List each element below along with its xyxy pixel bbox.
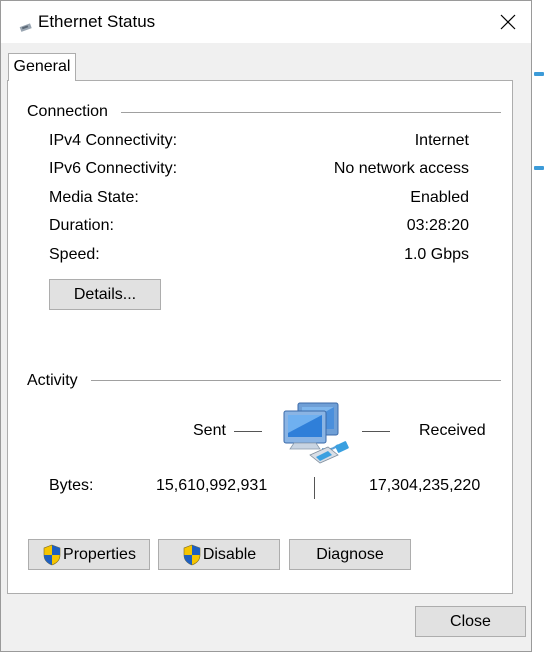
received-dash — [362, 431, 390, 432]
connection-group-divider — [121, 112, 501, 113]
background-window-strip — [532, 0, 544, 652]
properties-button-label: Properties — [63, 545, 136, 563]
title-bar[interactable]: Ethernet Status — [1, 1, 531, 43]
window-title: Ethernet Status — [38, 12, 156, 31]
duration-label: Duration: — [49, 217, 114, 234]
disable-button-label: Disable — [202, 545, 257, 563]
uac-shield-icon — [42, 544, 62, 566]
media-state-label: Media State: — [49, 189, 139, 206]
duration-value: 03:28:20 — [406, 217, 469, 234]
ipv4-connectivity-value: Internet — [414, 132, 469, 149]
activity-group-divider — [91, 380, 501, 381]
bytes-sent-value: 15,610,992,931 — [156, 477, 268, 494]
uac-shield-icon — [182, 544, 202, 566]
ipv6-connectivity-label: IPv6 Connectivity: — [49, 160, 178, 177]
bytes-divider — [314, 477, 315, 499]
bytes-label: Bytes: — [49, 477, 94, 494]
ipv6-connectivity-value: No network access — [333, 160, 469, 177]
close-button[interactable]: Close — [415, 606, 526, 637]
background-window-icon — [534, 166, 544, 170]
tab-general[interactable]: General — [8, 53, 76, 81]
network-adapter-icon — [19, 19, 33, 37]
speed-value: 1.0 Gbps — [404, 246, 469, 263]
close-icon[interactable] — [485, 1, 531, 43]
ethernet-status-dialog: Ethernet Status General Connection IPv4 … — [0, 0, 532, 652]
speed-label: Speed: — [49, 246, 100, 263]
general-tab-panel — [7, 80, 513, 594]
network-computers-icon — [276, 401, 354, 478]
received-label: Received — [419, 422, 486, 439]
media-state-value: Enabled — [410, 189, 469, 206]
diagnose-button[interactable]: Diagnose — [289, 539, 411, 570]
sent-label: Sent — [193, 422, 226, 439]
disable-button[interactable]: Disable — [158, 539, 280, 570]
properties-button[interactable]: Properties — [28, 539, 150, 570]
details-button[interactable]: Details... — [49, 279, 161, 310]
background-window-icon — [534, 72, 544, 76]
ipv4-connectivity-label: IPv4 Connectivity: — [49, 132, 178, 149]
sent-dash — [234, 431, 262, 432]
connection-heading: Connection — [27, 103, 114, 121]
activity-heading: Activity — [27, 372, 84, 390]
bytes-received-value: 17,304,235,220 — [369, 477, 481, 494]
